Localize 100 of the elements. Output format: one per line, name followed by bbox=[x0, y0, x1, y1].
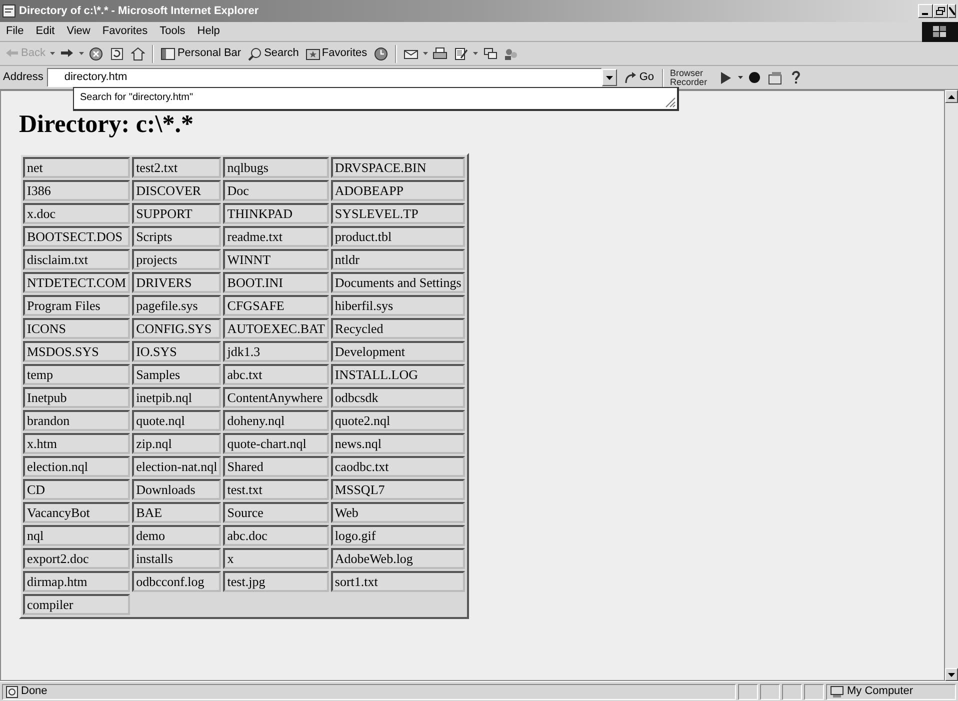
home-button[interactable] bbox=[129, 46, 148, 60]
caret-icon[interactable] bbox=[50, 52, 56, 55]
file-name-cell: Samples bbox=[132, 364, 222, 385]
file-name-cell: disclaim.txt bbox=[23, 249, 130, 270]
caret-icon[interactable] bbox=[423, 52, 428, 55]
file-name-cell: INSTALL.LOG bbox=[330, 364, 466, 385]
file-name-cell: BOOT.INI bbox=[223, 272, 329, 293]
file-name-cell: MSSQL7 bbox=[330, 479, 466, 500]
menu-item[interactable]: Edit bbox=[30, 23, 61, 40]
file-name-cell: demo bbox=[132, 525, 222, 546]
file-name-cell: product.tbl bbox=[330, 226, 466, 247]
file-name-cell: DRVSPACE.BIN bbox=[330, 157, 466, 178]
minimize-button[interactable] bbox=[918, 4, 933, 18]
file-name-cell: odbcsdk bbox=[330, 387, 466, 408]
help-icon bbox=[791, 70, 802, 85]
refresh-icon bbox=[110, 46, 124, 60]
file-name-cell: Downloads bbox=[132, 479, 222, 500]
status-bar-pane bbox=[738, 684, 758, 700]
file-name-cell: quote.nql bbox=[132, 410, 222, 431]
discuss-button[interactable] bbox=[481, 46, 500, 60]
file-name-cell: I386 bbox=[23, 180, 130, 201]
file-name-cell: doheny.nql bbox=[223, 410, 329, 431]
file-name-cell: AdobeWeb.log bbox=[330, 548, 466, 569]
resize-grip-icon bbox=[664, 96, 676, 108]
file-name-cell: nqlbugs bbox=[223, 157, 329, 178]
file-name-cell: odbcconf.log bbox=[132, 571, 222, 592]
restore-icon bbox=[936, 7, 945, 15]
file-name-cell: CD bbox=[23, 479, 130, 500]
arrow-icon bbox=[948, 94, 955, 98]
discuss-icon bbox=[483, 46, 498, 60]
menu-item[interactable]: Tools bbox=[154, 23, 192, 40]
page-icon bbox=[6, 686, 18, 698]
favorites-button[interactable]: Favorites bbox=[304, 45, 370, 62]
status-bar-pane bbox=[782, 684, 802, 700]
file-name-cell: Inetpub bbox=[23, 387, 130, 408]
play-icon bbox=[720, 72, 732, 84]
file-name-cell: SUPPORT bbox=[132, 203, 222, 224]
file-name-cell: export2.doc bbox=[23, 548, 130, 569]
autocomplete-suggestion[interactable]: Search for "directory.htm" bbox=[73, 87, 679, 111]
file-name-cell: BAE bbox=[132, 502, 222, 523]
scrollbar[interactable] bbox=[945, 90, 958, 681]
edit-icon bbox=[454, 46, 468, 60]
file-name-cell: hiberfil.sys bbox=[330, 295, 466, 316]
recorder-label: Browser Recorder bbox=[670, 68, 708, 86]
menu-item[interactable]: File bbox=[0, 23, 30, 40]
edit-button[interactable] bbox=[452, 46, 470, 60]
print-button[interactable] bbox=[431, 46, 450, 60]
status-text: Done bbox=[21, 684, 48, 700]
menu-item[interactable]: Help bbox=[191, 23, 226, 40]
file-name-cell: ICONS bbox=[23, 318, 130, 339]
file-name-cell: Recycled bbox=[330, 318, 466, 339]
restore-button[interactable] bbox=[933, 4, 948, 18]
file-name-cell: election.nql bbox=[23, 456, 130, 477]
file-name-cell: projects bbox=[132, 249, 222, 270]
address-label: Address bbox=[3, 70, 44, 86]
file-name-cell: DRIVERS bbox=[132, 272, 222, 293]
file-name-cell: ADOBEAPP bbox=[330, 180, 466, 201]
search-icon bbox=[248, 46, 262, 60]
file-name-cell: BOOTSECT.DOS bbox=[23, 226, 130, 247]
menu-item[interactable]: View bbox=[60, 23, 96, 40]
stop-icon bbox=[89, 46, 104, 60]
file-name-cell: election-nat.nql bbox=[132, 456, 222, 477]
caret-icon[interactable] bbox=[738, 76, 744, 79]
record-button[interactable] bbox=[747, 72, 762, 83]
go-button[interactable]: Go bbox=[621, 69, 656, 86]
file-name-cell: brandon bbox=[23, 410, 130, 431]
zone-label: My Computer bbox=[847, 684, 914, 700]
file-name-cell: compiler bbox=[23, 594, 130, 615]
file-name-cell: sort1.txt bbox=[330, 571, 466, 592]
file-name-cell: logo.gif bbox=[330, 525, 466, 546]
personal-bar-button[interactable]: Personal Bar bbox=[159, 45, 244, 62]
file-name-cell: test.txt bbox=[223, 479, 329, 500]
menu-item[interactable]: Favorites bbox=[96, 23, 154, 40]
file-name-cell: pagefile.sys bbox=[132, 295, 222, 316]
search-button[interactable]: Search bbox=[246, 45, 301, 62]
file-name-cell: test.jpg bbox=[223, 571, 329, 592]
file-name-cell: net bbox=[23, 157, 130, 178]
file-name-cell: dirmap.htm bbox=[23, 571, 130, 592]
file-name-cell: quote2.nql bbox=[330, 410, 466, 431]
close-button[interactable] bbox=[948, 4, 956, 18]
history-button[interactable] bbox=[372, 46, 390, 60]
stop-button[interactable] bbox=[87, 46, 106, 60]
file-name-cell: ContentAnywhere bbox=[223, 387, 329, 408]
file-name-cell: Documents and Settings bbox=[330, 272, 466, 293]
caret-icon[interactable] bbox=[473, 52, 478, 55]
file-name-cell: temp bbox=[23, 364, 130, 385]
address-field[interactable]: directory.htm bbox=[47, 68, 602, 87]
file-name-cell: Program Files bbox=[23, 295, 130, 316]
file-name-cell: AUTOEXEC.BAT bbox=[223, 318, 329, 339]
file-name-cell: THINKPAD bbox=[223, 203, 329, 224]
close-icon bbox=[949, 7, 955, 15]
file-name-cell: abc.doc bbox=[223, 525, 329, 546]
file-name-cell: CONFIG.SYS bbox=[132, 318, 222, 339]
file-name-cell: CFGSAFE bbox=[223, 295, 329, 316]
file-name-cell: x.htm bbox=[23, 433, 130, 454]
file-name-cell: SYSLEVEL.TP bbox=[330, 203, 466, 224]
file-name-cell: test2.txt bbox=[132, 157, 222, 178]
caret-icon[interactable] bbox=[79, 52, 84, 55]
file-name-cell: news.nql bbox=[330, 433, 466, 454]
address-dropdown-button[interactable] bbox=[602, 69, 618, 86]
